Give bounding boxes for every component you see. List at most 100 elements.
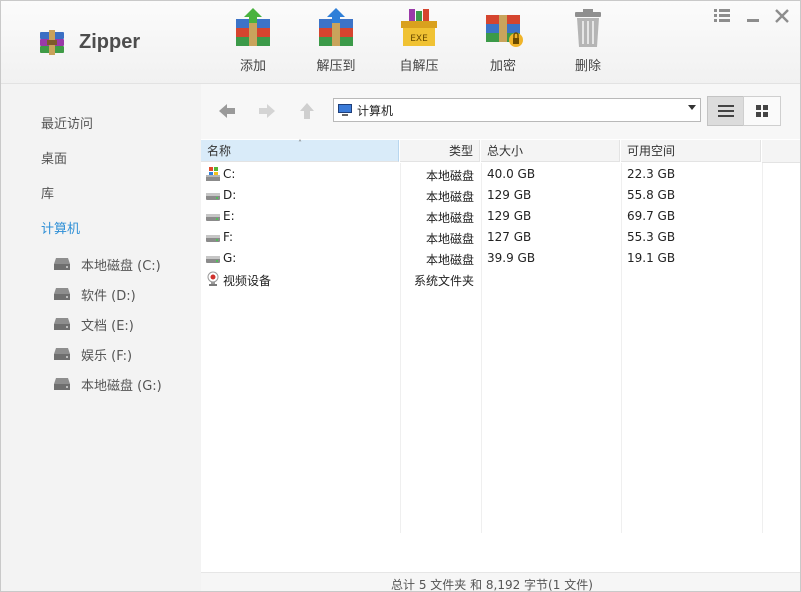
file-free: 19.1 GB xyxy=(627,251,676,265)
table-row[interactable]: 视频设备 系统文件夹 xyxy=(201,269,761,290)
hard-drive-icon xyxy=(206,235,220,242)
column-header-type[interactable]: 类型 xyxy=(400,140,480,162)
file-type: 本地磁盘 xyxy=(425,169,474,183)
computer-icon xyxy=(338,104,352,116)
grid-view-button[interactable] xyxy=(743,96,781,126)
back-arrow-icon[interactable] xyxy=(217,101,237,121)
file-browser: 计算机 ˄ 名称 类型 总大小 可用空间 C: 本地磁盘 40.0 GB 22.… xyxy=(201,84,800,591)
webcam-icon xyxy=(207,271,219,286)
column-divider xyxy=(762,163,763,533)
sidebar-drive-label: 本地磁盘 (C:) xyxy=(81,258,161,274)
app-title: Zipper xyxy=(79,30,141,53)
sidebar-drive-label: 本地磁盘 (G:) xyxy=(81,378,162,394)
file-free: 55.8 GB xyxy=(627,188,676,202)
grid-view-icon xyxy=(756,105,768,117)
file-size: 127 GB xyxy=(487,230,532,244)
hard-drive-icon xyxy=(206,193,220,200)
file-name: D: xyxy=(223,188,237,202)
sidebar-drive-c[interactable]: 本地磁盘 (C:) xyxy=(53,254,161,274)
archive-extract-icon xyxy=(319,8,353,46)
sidebar-drive-e[interactable]: 文档 (E:) xyxy=(53,314,134,334)
add-label: 添加 xyxy=(239,59,266,74)
table-row[interactable]: C: 本地磁盘 40.0 GB 22.3 GB xyxy=(201,164,761,185)
sort-ascending-icon: ˄ xyxy=(298,139,302,148)
sidebar-item-desktop[interactable]: 桌面 xyxy=(41,148,67,167)
file-size: 40.0 GB xyxy=(487,167,536,181)
file-free: 69.7 GB xyxy=(627,209,676,223)
hard-drive-icon xyxy=(54,258,70,270)
file-name: F: xyxy=(223,230,234,244)
column-header-spacer xyxy=(762,140,800,163)
svg-text:EXE: EXE xyxy=(410,34,428,44)
app-window: Zipper 添加 解压到 EXE 自解压 加密 删除 最近访问 桌面 库 计算… xyxy=(0,0,801,592)
brand: Zipper xyxy=(37,27,140,57)
sidebar-item-computer[interactable]: 计算机 xyxy=(41,218,80,237)
sidebar-drive-label: 娱乐 (F:) xyxy=(81,348,133,364)
file-name: C: xyxy=(223,167,236,181)
hard-drive-icon xyxy=(206,214,220,221)
extract-to-button[interactable]: 解压到 xyxy=(304,7,368,75)
file-free: 22.3 GB xyxy=(627,167,676,181)
menu-icon[interactable] xyxy=(713,7,731,25)
file-name: G: xyxy=(223,251,237,265)
column-header-name-label: 名称 xyxy=(207,144,232,158)
encrypt-button[interactable]: 加密 xyxy=(471,7,535,75)
navigation-bar: 计算机 xyxy=(201,84,800,139)
column-header-free[interactable]: 可用空间 xyxy=(621,140,761,162)
sidebar-drive-d[interactable]: 软件 (D:) xyxy=(53,284,136,304)
list-view-icon xyxy=(718,105,734,117)
table-row[interactable]: D: 本地磁盘 129 GB 55.8 GB xyxy=(201,185,761,206)
file-type: 本地磁盘 xyxy=(425,190,474,204)
extract-to-label: 解压到 xyxy=(316,59,356,74)
file-type: 系统文件夹 xyxy=(413,274,474,288)
list-view-button[interactable] xyxy=(707,96,745,126)
table-row[interactable]: E: 本地磁盘 129 GB 69.7 GB xyxy=(201,206,761,227)
status-text: 总计 5 文件夹 和 8,192 字节(1 文件) xyxy=(391,578,593,592)
sfx-label: 自解压 xyxy=(399,59,439,74)
file-size: 129 GB xyxy=(487,209,532,223)
status-bar: 总计 5 文件夹 和 8,192 字节(1 文件) xyxy=(201,572,800,592)
hard-drive-icon xyxy=(54,348,70,360)
trash-icon xyxy=(575,9,601,47)
forward-arrow-icon[interactable] xyxy=(257,101,277,121)
sidebar-drive-label: 软件 (D:) xyxy=(81,288,136,304)
address-bar[interactable]: 计算机 xyxy=(333,98,701,122)
sidebar-drive-f[interactable]: 娱乐 (F:) xyxy=(53,344,132,364)
file-size: 129 GB xyxy=(487,188,532,202)
sidebar: 最近访问 桌面 库 计算机 本地磁盘 (C:) 软件 (D:) 文档 (E:) … xyxy=(1,84,201,591)
file-type: 本地磁盘 xyxy=(425,232,474,246)
add-button[interactable]: 添加 xyxy=(221,7,285,75)
column-header-name[interactable]: ˄ 名称 xyxy=(201,140,399,162)
archive-add-icon xyxy=(236,8,270,46)
hard-drive-icon xyxy=(206,256,220,263)
delete-button[interactable]: 删除 xyxy=(556,7,620,75)
sfx-exe-icon: EXE xyxy=(401,9,437,46)
archive-lock-icon xyxy=(486,15,523,47)
table-row[interactable]: F: 本地磁盘 127 GB 55.3 GB xyxy=(201,227,761,248)
delete-label: 删除 xyxy=(574,59,601,74)
hard-drive-icon xyxy=(54,288,70,300)
sidebar-item-recent[interactable]: 最近访问 xyxy=(41,113,93,132)
file-name: E: xyxy=(223,209,235,223)
sidebar-item-library[interactable]: 库 xyxy=(41,183,54,202)
address-text: 计算机 xyxy=(357,103,394,118)
toolbar: Zipper 添加 解压到 EXE 自解压 加密 删除 xyxy=(1,1,800,84)
up-arrow-icon[interactable] xyxy=(297,101,317,121)
windows-drive-icon xyxy=(206,167,220,181)
sidebar-drive-g[interactable]: 本地磁盘 (G:) xyxy=(53,374,162,394)
encrypt-label: 加密 xyxy=(489,59,516,74)
winrar-logo-icon xyxy=(40,30,64,55)
chevron-down-icon[interactable] xyxy=(688,105,696,110)
table-row[interactable]: G: 本地磁盘 39.9 GB 19.1 GB xyxy=(201,248,761,269)
close-icon[interactable] xyxy=(773,7,791,25)
hard-drive-icon xyxy=(54,318,70,330)
sidebar-drive-label: 文档 (E:) xyxy=(81,318,134,334)
file-type: 本地磁盘 xyxy=(425,253,474,267)
column-header-size[interactable]: 总大小 xyxy=(481,140,620,162)
minimize-icon[interactable] xyxy=(744,7,762,25)
sfx-button[interactable]: EXE 自解压 xyxy=(387,7,451,75)
file-type: 本地磁盘 xyxy=(425,211,474,225)
file-name: 视频设备 xyxy=(223,274,272,288)
file-free: 55.3 GB xyxy=(627,230,676,244)
hard-drive-icon xyxy=(54,378,70,390)
